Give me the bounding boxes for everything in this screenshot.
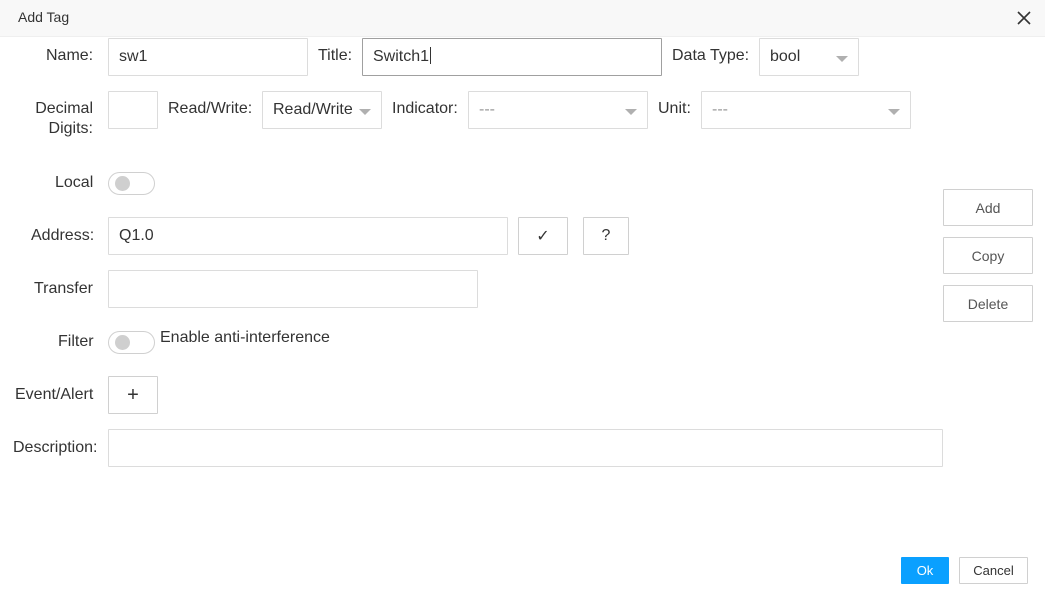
address-label: Address: (31, 227, 95, 244)
unit-value: --- (712, 101, 728, 118)
data-type-select[interactable]: bool (759, 38, 859, 76)
delete-button[interactable]: Delete (943, 285, 1033, 322)
title-value: Switch1 (373, 48, 430, 65)
indicator-label: Indicator: (392, 100, 458, 117)
description-input[interactable] (108, 429, 943, 467)
read-write-value: Read/Write (273, 101, 353, 118)
copy-button[interactable]: Copy (943, 237, 1033, 274)
check-icon: ✓ (536, 228, 550, 245)
title-input[interactable]: Switch1 (362, 38, 662, 76)
dialog-title: Add Tag (18, 9, 70, 25)
plus-icon: + (127, 384, 139, 406)
event-alert-label: Event/Alert (15, 386, 94, 403)
close-icon[interactable] (1013, 7, 1035, 29)
toggle-knob (115, 335, 130, 350)
title-label: Title: (318, 47, 353, 64)
local-toggle[interactable] (108, 172, 155, 195)
filter-label: Filter (58, 333, 94, 350)
indicator-select[interactable]: --- (468, 91, 648, 129)
name-value: sw1 (119, 48, 148, 65)
filter-toggle[interactable] (108, 331, 155, 354)
cancel-button[interactable]: Cancel (959, 557, 1028, 584)
read-write-select[interactable]: Read/Write (262, 91, 382, 129)
transfer-input[interactable] (108, 270, 478, 308)
chevron-down-icon (359, 109, 371, 115)
read-write-label: Read/Write: (168, 100, 253, 117)
decimal-digits-input[interactable] (108, 91, 158, 129)
description-label: Description: (13, 439, 98, 456)
chevron-down-icon (888, 109, 900, 115)
address-value: Q1.0 (119, 227, 154, 244)
text-caret (430, 47, 432, 64)
toggle-knob (115, 176, 130, 191)
address-help-button[interactable]: ? (583, 217, 629, 255)
name-input[interactable]: sw1 (108, 38, 308, 76)
decimal-digits-label-line2: Digits: (48, 120, 93, 137)
chevron-down-icon (625, 109, 637, 115)
add-event-alert-button[interactable]: + (108, 376, 158, 414)
name-label: Name: (46, 47, 94, 64)
data-type-label: Data Type: (672, 47, 750, 64)
unit-select[interactable]: --- (701, 91, 911, 129)
address-input[interactable]: Q1.0 (108, 217, 508, 255)
ok-button[interactable]: Ok (901, 557, 949, 584)
decimal-digits-label-line1: Decimal (35, 100, 93, 117)
unit-label: Unit: (658, 100, 691, 117)
transfer-label: Transfer (34, 280, 93, 297)
help-icon: ? (601, 227, 611, 244)
indicator-value: --- (479, 101, 495, 118)
filter-caption: Enable anti-interference (160, 329, 330, 346)
dialog-titlebar: Add Tag (0, 0, 1045, 37)
chevron-down-icon (836, 56, 848, 62)
verify-address-button[interactable]: ✓ (518, 217, 568, 255)
local-label: Local (55, 174, 94, 191)
add-button[interactable]: Add (943, 189, 1033, 226)
data-type-value: bool (770, 48, 801, 65)
